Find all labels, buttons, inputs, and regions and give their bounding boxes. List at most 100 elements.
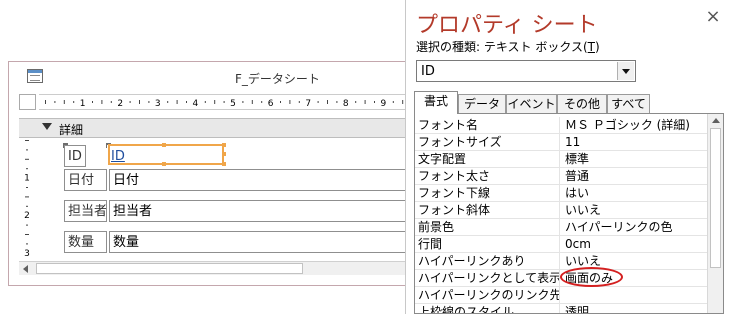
property-row[interactable]: フォントサイズ 11 xyxy=(415,134,707,151)
property-value[interactable]: いいえ xyxy=(565,202,705,218)
ruler-tick xyxy=(26,224,28,226)
selection-frame xyxy=(108,144,224,165)
property-row[interactable]: ハイパーリンクあり いいえ xyxy=(415,253,707,270)
textbox-quantity[interactable]: 数量 xyxy=(109,231,409,253)
property-value[interactable]: ＭＳ Ｐゴシック (詳細) xyxy=(565,117,705,133)
ruler-tick xyxy=(327,100,328,104)
property-value[interactable] xyxy=(565,287,705,303)
ruler-number: 1 xyxy=(24,174,30,184)
property-row[interactable]: ハイパーリンクのリンク先 xyxy=(415,287,707,304)
detail-design-area[interactable]: ID ID 日付 日付 担当者 担当者 数量 数量 xyxy=(39,138,409,256)
object-select-dropdown[interactable]: ID xyxy=(416,60,636,82)
ruler-tick xyxy=(73,101,75,103)
object-select-value: ID xyxy=(421,64,435,79)
scroll-up-icon[interactable] xyxy=(712,118,720,123)
selection-type-end: ) xyxy=(594,40,600,54)
ruler-tick xyxy=(129,101,131,103)
ruler-tick xyxy=(25,140,29,141)
resize-handle[interactable] xyxy=(222,143,226,147)
property-sheet-title: プロパティ シート xyxy=(416,13,598,38)
property-value[interactable]: はい xyxy=(565,185,705,201)
ruler-tick xyxy=(25,234,29,235)
property-value[interactable]: 普通 xyxy=(565,168,705,184)
ruler-tick xyxy=(92,101,93,103)
ruler-tick xyxy=(26,243,28,245)
property-row[interactable]: フォント斜体 いいえ xyxy=(415,202,707,219)
property-name: フォント名 xyxy=(418,117,560,133)
property-value[interactable]: 画面のみ xyxy=(565,270,705,286)
form-selector[interactable] xyxy=(19,94,36,110)
ruler-tick xyxy=(402,100,404,104)
textbox-quantity-text: 数量 xyxy=(113,235,140,250)
ruler-tick xyxy=(298,101,300,103)
property-row[interactable]: 上枠線のスタイル 透明 xyxy=(415,304,707,313)
property-row[interactable]: ハイパーリンクとして表示 画面のみ xyxy=(415,267,707,287)
property-value[interactable]: ハイパーリンクの色 xyxy=(565,219,705,235)
property-name: フォント下線 xyxy=(418,185,560,201)
tab-format[interactable]: 書式 xyxy=(414,91,458,114)
ruler-number: 4 xyxy=(193,99,199,109)
vertical-scrollbar[interactable] xyxy=(707,114,723,313)
section-collapse-icon xyxy=(42,123,52,130)
ruler-tick xyxy=(25,196,29,198)
textbox-date[interactable]: 日付 xyxy=(109,169,409,191)
property-value[interactable]: 透明 xyxy=(565,304,705,313)
ruler-svg: 1 2 3 4 5 6 7 8 9 xyxy=(45,99,404,109)
ruler-tick xyxy=(251,100,253,104)
ruler-tick xyxy=(148,101,150,103)
label-quantity[interactable]: 数量 xyxy=(64,231,107,253)
property-name: フォント斜体 xyxy=(418,202,560,218)
ruler-number: 5 xyxy=(230,99,236,109)
property-row[interactable]: フォント太さ 普通 xyxy=(415,168,707,185)
label-id[interactable]: ID xyxy=(64,145,86,167)
selection-type: 選択の種類: テキスト ボックス(T) xyxy=(416,38,600,55)
property-row[interactable]: 行間 0cm xyxy=(415,236,707,253)
ruler-tick xyxy=(25,158,29,160)
ruler-tick xyxy=(110,101,112,103)
property-value[interactable]: 11 xyxy=(565,134,705,150)
section-label: 詳細 xyxy=(59,123,84,137)
textbox-staff[interactable]: 担当者 xyxy=(109,200,409,222)
resize-handle[interactable] xyxy=(162,162,166,166)
textbox-date-text: 日付 xyxy=(113,173,140,188)
property-row[interactable]: フォント下線 はい xyxy=(415,185,707,202)
property-value[interactable]: 標準 xyxy=(565,151,705,167)
close-icon[interactable]: × xyxy=(704,8,722,26)
label-quantity-text: 数量 xyxy=(68,235,95,250)
form-design-window[interactable]: F_データシート 123456789 詳細 123 ID ID 日付 日付 担当… xyxy=(8,61,409,286)
tab-data[interactable]: データ xyxy=(458,94,506,113)
tab-event[interactable]: イベント xyxy=(506,94,557,113)
selection-type-accel: T xyxy=(587,40,595,54)
ruler-tick xyxy=(223,101,225,103)
label-staff-text: 担当者 xyxy=(68,204,107,219)
ruler-tick xyxy=(261,101,263,103)
resize-handle[interactable] xyxy=(222,162,226,166)
vertical-ruler[interactable]: 1 2 3 xyxy=(19,138,34,259)
tab-all[interactable]: すべて xyxy=(607,94,650,113)
chevron-down-icon[interactable] xyxy=(617,62,634,80)
label-date[interactable]: 日付 xyxy=(64,169,107,191)
scroll-left-icon[interactable] xyxy=(23,265,28,273)
tab-other[interactable]: その他 xyxy=(557,94,607,113)
ruler-number: 9 xyxy=(381,99,387,109)
ruler-tick xyxy=(26,168,28,170)
ruler-tick xyxy=(336,101,338,103)
property-row[interactable]: 文字配置 標準 xyxy=(415,151,707,168)
label-staff[interactable]: 担当者 xyxy=(64,200,107,222)
ruler-number: 2 xyxy=(117,99,123,109)
ruler-tick xyxy=(204,101,206,103)
property-row[interactable]: 前景色 ハイパーリンクの色 xyxy=(415,219,707,236)
property-row[interactable]: フォント名 ＭＳ Ｐゴシック (詳細) xyxy=(415,117,707,134)
scroll-thumb[interactable] xyxy=(710,128,721,268)
scroll-thumb[interactable] xyxy=(36,263,303,274)
detail-section-bar[interactable]: 詳細 xyxy=(19,118,409,138)
resize-handle[interactable] xyxy=(162,143,166,147)
property-value[interactable]: いいえ xyxy=(565,253,705,269)
ruler-tick xyxy=(176,100,178,104)
horizontal-scrollbar[interactable] xyxy=(19,261,409,275)
horizontal-ruler[interactable]: 1 2 3 4 5 6 7 8 9 xyxy=(39,94,409,110)
ruler-number: 6 xyxy=(268,99,274,109)
tab-other-label: その他 xyxy=(563,97,600,111)
property-value[interactable]: 0cm xyxy=(565,236,705,252)
resize-handle[interactable] xyxy=(222,152,226,156)
